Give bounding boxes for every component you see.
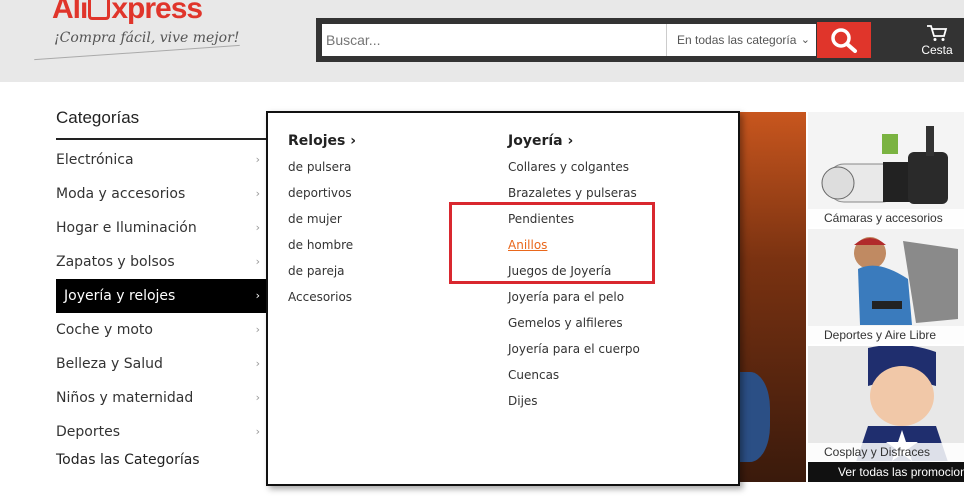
flyout-link[interactable]: Dijes <box>508 394 538 408</box>
sidebar-item-electronica[interactable]: Electrónica › <box>56 143 266 177</box>
sidebar-item-coche[interactable]: Coche y moto › <box>56 313 266 347</box>
category-flyout: Relojes › de pulsera deportivos de mujer… <box>266 111 740 486</box>
chevron-right-icon: › <box>255 187 260 200</box>
slogan-underline <box>34 44 240 61</box>
flyout-link[interactable]: Collares y colgantes <box>508 160 629 174</box>
logo[interactable]: Ali xpress <box>52 0 203 26</box>
chevron-right-icon: › <box>255 357 260 370</box>
flyout-link[interactable]: Gemelos y alfileres <box>508 316 623 330</box>
chevron-right-icon: › <box>255 425 260 438</box>
sidebar-item-deportes[interactable]: Deportes › <box>56 415 266 449</box>
flyout-link[interactable]: Accesorios <box>288 290 352 304</box>
promo-tile-camaras[interactable]: Cámaras y accesorios <box>808 112 964 227</box>
flyout-heading-joyeria[interactable]: Joyería › <box>508 133 573 149</box>
chevron-right-icon: › <box>255 391 260 404</box>
chevron-right-icon: › <box>350 133 356 149</box>
annotation-highlight-box <box>449 202 655 284</box>
sidebar-item-hogar[interactable]: Hogar e Iluminación › <box>56 211 266 245</box>
page: Ali xpress ¡Compra fácil, vive mejor! En … <box>0 0 964 496</box>
tile-caption: Cámaras y accesorios <box>808 209 964 227</box>
sidebar-item-zapatos[interactable]: Zapatos y bolsos › <box>56 245 266 279</box>
chevron-right-icon: › <box>255 255 260 268</box>
see-all-promotions-link[interactable]: Ver todas las promociones <box>808 462 964 482</box>
flyout-link[interactable]: Cuencas <box>508 368 559 382</box>
chevron-right-icon: › <box>255 221 260 234</box>
flyout-link[interactable]: de pulsera <box>288 160 351 174</box>
chevron-right-icon: › <box>567 133 574 149</box>
flyout-link[interactable]: de mujer <box>288 212 342 226</box>
logo-text-ali: Ali <box>52 0 88 25</box>
chevron-right-icon: › <box>255 323 260 336</box>
search-input[interactable] <box>322 24 666 56</box>
search-icon <box>831 28 857 53</box>
flyout-heading-relojes[interactable]: Relojes › <box>288 133 356 149</box>
promo-tile-cosplay[interactable]: Cosplay y Disfraces <box>808 346 964 461</box>
sidebar-item-joyeria[interactable]: Joyería y relojes › <box>56 279 266 313</box>
search-button[interactable] <box>817 22 871 58</box>
tile-caption: Deportes y Aire Libre <box>808 326 964 344</box>
category-select[interactable]: En todas las categoría ⌄ <box>666 24 816 56</box>
flyout-link[interactable]: de hombre <box>288 238 353 252</box>
flyout-link[interactable]: de pareja <box>288 264 345 278</box>
logo-cart-icon <box>88 0 111 20</box>
flyout-heading-label: Joyería <box>508 133 563 149</box>
promo-banner[interactable] <box>740 112 806 482</box>
cart-label: Cesta <box>921 43 953 57</box>
sidebar-item-label: Moda y accesorios <box>56 186 186 202</box>
flyout-heading-label: Relojes <box>288 133 346 149</box>
sidebar-item-label: Zapatos y bolsos <box>56 254 175 270</box>
sidebar-item-label: Hogar e Iluminación <box>56 220 197 236</box>
chevron-right-icon: › <box>255 289 260 302</box>
sidebar-item-label: Joyería y relojes <box>64 288 176 304</box>
sidebar-item-label: Deportes <box>56 424 120 440</box>
categories-title: Categorías <box>56 108 140 127</box>
chevron-right-icon: › <box>255 153 260 166</box>
promo-tile-deportes[interactable]: Deportes y Aire Libre <box>808 229 964 344</box>
cart-icon <box>927 25 948 41</box>
flyout-link[interactable]: Joyería para el pelo <box>508 290 624 304</box>
cart-button[interactable]: Cesta <box>912 22 962 60</box>
sidebar-item-label: Coche y moto <box>56 322 153 338</box>
banner-figure <box>740 372 770 462</box>
sidebar-item-label: Niños y maternidad <box>56 390 194 406</box>
flyout-link[interactable]: deportivos <box>288 186 352 200</box>
chevron-down-icon: ⌄ <box>800 34 810 46</box>
flyout-link[interactable]: Joyería para el cuerpo <box>508 342 640 356</box>
sidebar-item-belleza[interactable]: Belleza y Salud › <box>56 347 266 381</box>
categories-title-rule <box>56 138 266 140</box>
sidebar-item-label: Belleza y Salud <box>56 356 163 372</box>
sidebar-item-moda[interactable]: Moda y accesorios › <box>56 177 266 211</box>
all-categories-link[interactable]: Todas las Categorías <box>56 452 200 468</box>
slogan: ¡Compra fácil, vive mejor! <box>54 30 240 46</box>
sidebar-item-label: Electrónica <box>56 152 134 168</box>
category-select-value: En todas las categoría <box>677 33 797 47</box>
flyout-link[interactable]: Brazaletes y pulseras <box>508 186 637 200</box>
tile-caption: Cosplay y Disfraces <box>808 443 964 461</box>
sidebar-item-ninos[interactable]: Niños y maternidad › <box>56 381 266 415</box>
logo-text-express: xpress <box>111 0 203 25</box>
